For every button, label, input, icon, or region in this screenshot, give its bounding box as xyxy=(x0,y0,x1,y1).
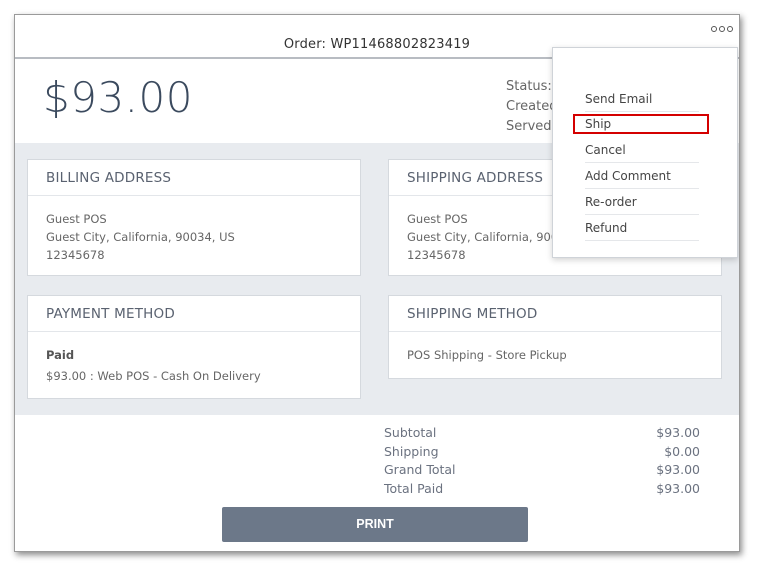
order-totals: Subtotal $93.00 Shipping $0.00 Grand Tot… xyxy=(384,425,700,499)
menu-item-cancel[interactable]: Cancel xyxy=(585,137,699,163)
order-amount: $93.00 xyxy=(43,73,193,122)
totals-label: Subtotal xyxy=(384,425,437,440)
more-dot-icon xyxy=(727,26,733,32)
more-dot-icon xyxy=(719,26,725,32)
more-options-button[interactable] xyxy=(711,26,733,32)
totals-row: Total Paid $93.00 xyxy=(384,481,700,500)
shipping-method-title: SHIPPING METHOD xyxy=(389,296,721,332)
billing-address: Guest City, California, 90034, US xyxy=(46,230,235,244)
billing-name: Guest POS xyxy=(46,212,107,226)
shipping-method-card: SHIPPING METHOD POS Shipping - Store Pic… xyxy=(388,295,722,379)
menu-item-add-comment[interactable]: Add Comment xyxy=(585,163,699,189)
billing-phone: 12345678 xyxy=(46,248,105,262)
totals-row: Subtotal $93.00 xyxy=(384,425,700,444)
menu-item-re-order[interactable]: Re-order xyxy=(585,189,699,215)
payment-status: Paid xyxy=(46,348,75,362)
menu-item-send-email[interactable]: Send Email xyxy=(585,86,699,112)
order-detail-window: Order: WP11468802823419 $93.00 Status: C… xyxy=(14,14,740,552)
print-button[interactable]: PRINT xyxy=(222,507,528,542)
totals-value: $93.00 xyxy=(656,480,700,496)
menu-item-refund[interactable]: Refund xyxy=(585,215,699,241)
payment-method-card: PAYMENT METHOD Paid $93.00 : Web POS - C… xyxy=(27,295,361,399)
totals-label: Shipping xyxy=(384,443,439,459)
more-dot-icon xyxy=(711,26,717,32)
order-actions-menu: Send Email Ship Cancel Add Comment Re-or… xyxy=(552,47,738,258)
menu-item-ship[interactable]: Ship xyxy=(573,114,709,134)
totals-value: $0.00 xyxy=(664,443,700,459)
payment-method-title: PAYMENT METHOD xyxy=(28,296,360,332)
payment-detail: $93.00 : Web POS - Cash On Delivery xyxy=(46,369,261,383)
totals-value: $93.00 xyxy=(656,462,700,477)
billing-address-card: BILLING ADDRESS Guest POS Guest City, Ca… xyxy=(27,159,361,276)
totals-label: Total Paid xyxy=(384,480,444,496)
billing-address-title: BILLING ADDRESS xyxy=(28,160,360,196)
totals-row: Grand Total $93.00 xyxy=(384,462,700,481)
totals-row: Shipping $0.00 xyxy=(384,444,700,463)
totals-label: Grand Total xyxy=(384,462,456,477)
totals-value: $93.00 xyxy=(656,425,700,440)
shipping-method-detail: POS Shipping - Store Pickup xyxy=(407,348,567,362)
